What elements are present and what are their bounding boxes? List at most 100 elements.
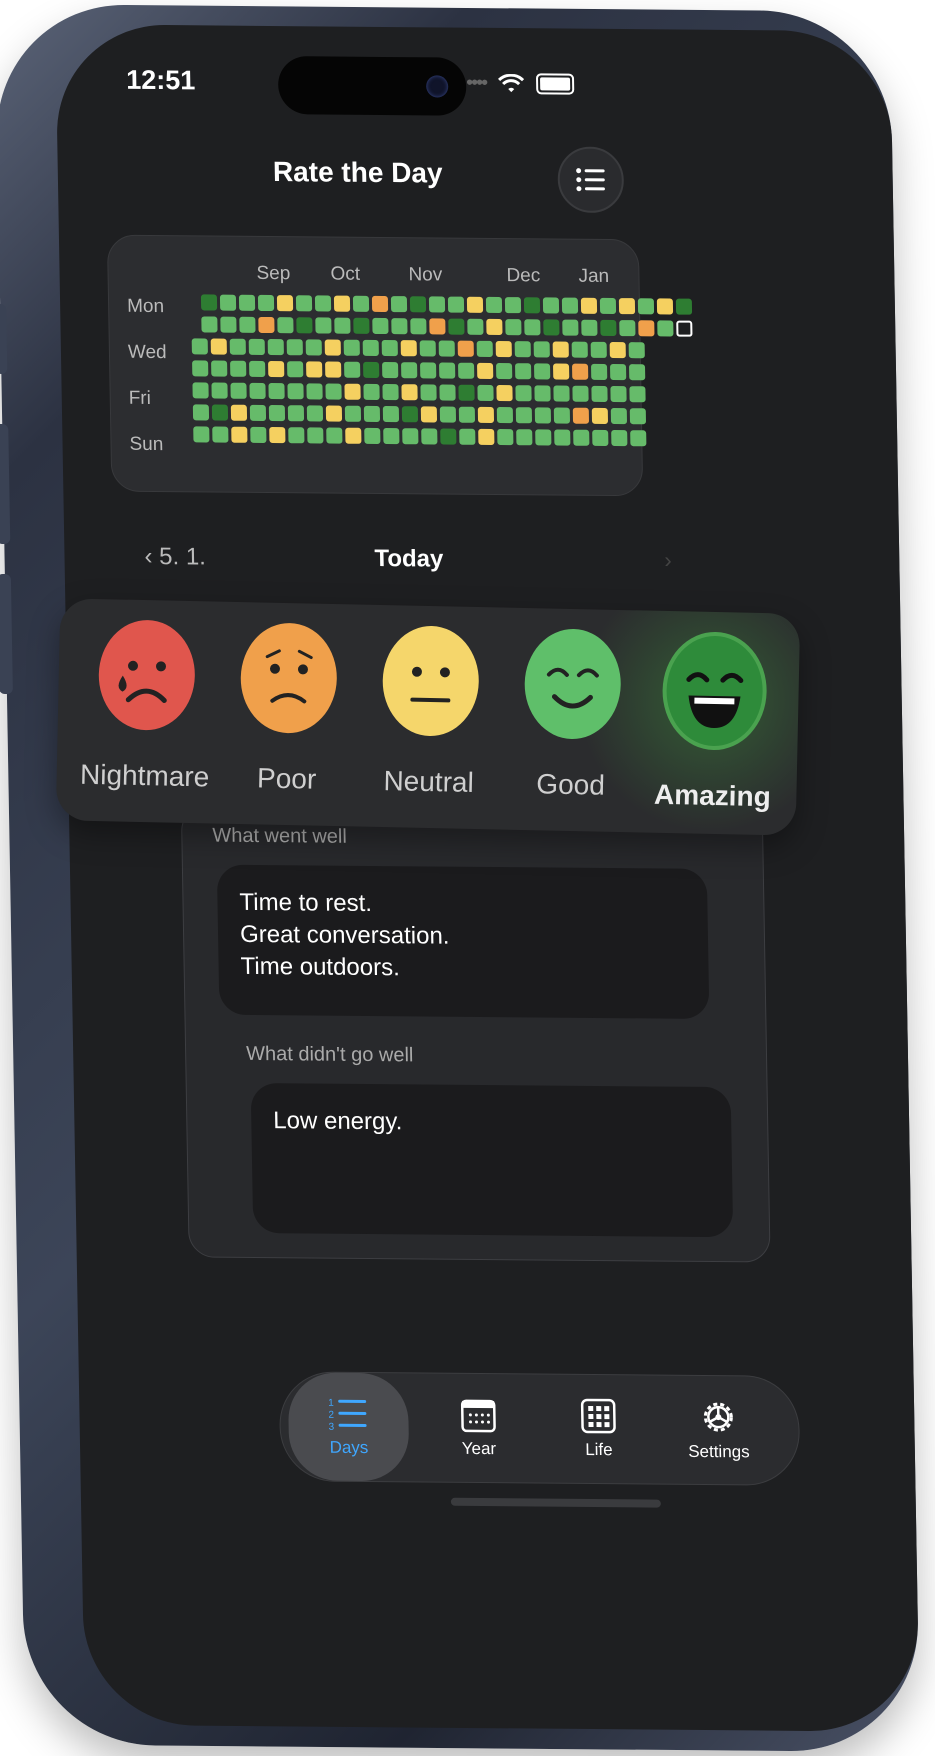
heatmap-cell[interactable] — [306, 361, 323, 378]
menu-button[interactable] — [557, 146, 625, 214]
heatmap-cell[interactable] — [448, 318, 465, 335]
heatmap-cell[interactable] — [447, 296, 465, 313]
heatmap-cell[interactable] — [638, 320, 655, 337]
heatmap-cell[interactable] — [419, 340, 436, 357]
heatmap-cell[interactable] — [268, 405, 286, 422]
heatmap-cell[interactable] — [477, 384, 494, 401]
heatmap-cell[interactable] — [553, 407, 571, 424]
heatmap-cell[interactable] — [458, 384, 475, 401]
heatmap-cell[interactable] — [401, 406, 419, 423]
heatmap-cell[interactable] — [391, 318, 408, 335]
heatmap-cell[interactable] — [515, 385, 532, 402]
heatmap-cell[interactable] — [363, 405, 381, 422]
heatmap-cell[interactable] — [382, 406, 400, 423]
heatmap-cell[interactable] — [371, 295, 389, 313]
heatmap-cell[interactable] — [572, 385, 589, 402]
tab-life[interactable]: Life — [538, 1375, 660, 1484]
heatmap-cell[interactable] — [382, 384, 399, 401]
heatmap-cell[interactable] — [193, 426, 210, 443]
heatmap-cell[interactable] — [629, 408, 647, 425]
heatmap-cell[interactable] — [334, 317, 351, 334]
heatmap-cell[interactable] — [609, 341, 626, 359]
mood-nightmare[interactable]: Nightmare — [74, 619, 218, 794]
heatmap-cell[interactable] — [457, 340, 474, 357]
heatmap-cell[interactable] — [314, 295, 332, 312]
heatmap-cell-today[interactable] — [676, 320, 693, 337]
tab-year[interactable]: Year — [418, 1373, 540, 1482]
heatmap-cell[interactable] — [295, 295, 313, 312]
heatmap-cell[interactable] — [523, 297, 541, 314]
went-well-input[interactable]: Time to rest. Great conversation. Time o… — [216, 864, 710, 1019]
heatmap-cell[interactable] — [248, 338, 265, 355]
heatmap-cell[interactable] — [429, 318, 446, 335]
heatmap-cell[interactable] — [554, 429, 571, 446]
heatmap-cell[interactable] — [496, 362, 513, 380]
heatmap-cell[interactable] — [610, 385, 627, 403]
heatmap-cell[interactable] — [458, 406, 476, 423]
heatmap-cell[interactable] — [628, 342, 645, 359]
heatmap-cell[interactable] — [438, 340, 455, 357]
mood-neutral[interactable]: Neutral — [358, 625, 502, 800]
heatmap-cell[interactable] — [325, 383, 342, 400]
heatmap-cell[interactable] — [333, 295, 351, 312]
heatmap-cell[interactable] — [524, 319, 541, 336]
heatmap-cell[interactable] — [269, 427, 286, 444]
heatmap-cell[interactable] — [352, 295, 370, 312]
heatmap-cell[interactable] — [440, 428, 457, 445]
heatmap-cell[interactable] — [610, 408, 628, 425]
heatmap-cell[interactable] — [515, 363, 532, 380]
heatmap-cell[interactable] — [591, 407, 609, 424]
heatmap-cell[interactable] — [514, 341, 531, 358]
heatmap-cell[interactable] — [229, 338, 246, 355]
heatmap-cell[interactable] — [458, 362, 475, 379]
heatmap-cell[interactable] — [485, 296, 503, 314]
heatmap-cell[interactable] — [305, 339, 322, 356]
heatmap-cell[interactable] — [324, 339, 341, 356]
heatmap-cell[interactable] — [326, 427, 343, 444]
heatmap-cell[interactable] — [466, 296, 484, 313]
heatmap-cell[interactable] — [212, 426, 229, 443]
heatmap-cell[interactable] — [571, 363, 589, 380]
mood-poor[interactable]: Poor — [216, 622, 360, 797]
heatmap-cell[interactable] — [238, 294, 256, 311]
heatmap-cell[interactable] — [592, 429, 609, 446]
heatmap-cell[interactable] — [590, 363, 608, 380]
heatmap-cell[interactable] — [573, 429, 590, 446]
heatmap-cell[interactable] — [401, 362, 418, 379]
heatmap-cell[interactable] — [287, 361, 304, 378]
heatmap-cell[interactable] — [306, 405, 324, 422]
heatmap-cell[interactable] — [505, 319, 522, 336]
heatmap-cell[interactable] — [390, 296, 408, 313]
heatmap-cell[interactable] — [656, 298, 674, 315]
previous-day-button[interactable]: ‹ 5. 1. — [144, 543, 206, 572]
heatmap-cell[interactable] — [561, 297, 579, 314]
tab-days[interactable]: 123 Days — [287, 1372, 410, 1482]
heatmap-cell[interactable] — [250, 426, 267, 444]
heatmap-cell[interactable] — [363, 361, 380, 378]
heatmap-cell[interactable] — [543, 319, 560, 336]
mood-good[interactable]: Good — [500, 628, 644, 803]
heatmap-cell[interactable] — [192, 382, 209, 399]
heatmap-cell[interactable] — [383, 428, 400, 445]
heatmap-cell[interactable] — [486, 318, 503, 336]
heatmap-cell[interactable] — [535, 429, 552, 446]
tab-settings[interactable]: Settings — [658, 1376, 780, 1485]
heatmap-cell[interactable] — [267, 338, 284, 356]
heatmap-cell[interactable] — [231, 426, 248, 443]
heatmap-cell[interactable] — [657, 320, 674, 337]
heatmap-cell[interactable] — [191, 338, 208, 355]
heatmap-cell[interactable] — [581, 319, 598, 336]
heatmap-cell[interactable] — [599, 297, 617, 315]
heatmap-cell[interactable] — [410, 318, 427, 335]
heatmap-cell[interactable] — [580, 297, 598, 314]
heatmap-cell[interactable] — [516, 429, 533, 446]
heatmap-cell[interactable] — [220, 316, 237, 333]
heatmap-cell[interactable] — [249, 382, 266, 399]
heatmap-cell[interactable] — [571, 341, 588, 358]
heatmap-cell[interactable] — [363, 383, 380, 400]
heatmap-cell[interactable] — [439, 406, 457, 423]
heatmap-cell[interactable] — [307, 427, 324, 444]
heatmap-cell[interactable] — [343, 339, 360, 356]
heatmap-cell[interactable] — [230, 404, 248, 421]
heatmap-cell[interactable] — [542, 297, 560, 314]
